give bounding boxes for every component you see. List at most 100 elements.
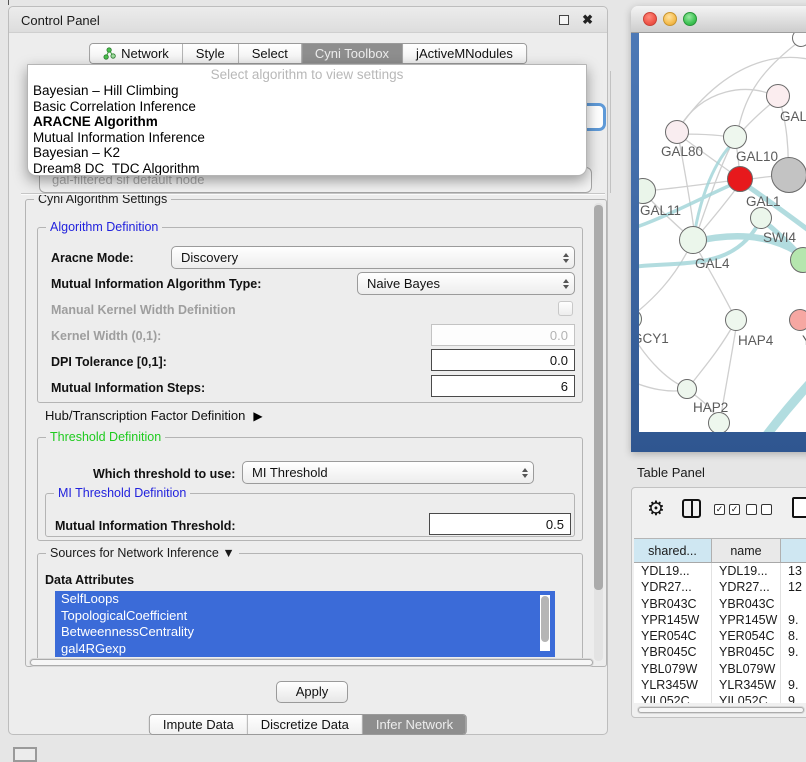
column-header-shared-name[interactable]: shared... bbox=[634, 539, 712, 562]
tab-jactivemnodules[interactable]: jActiveMNodules bbox=[403, 44, 526, 63]
scrollbar-thumb[interactable] bbox=[30, 659, 593, 666]
network-node-hap4[interactable] bbox=[725, 309, 747, 331]
attributes-list-scrollbar[interactable] bbox=[540, 595, 550, 651]
algorithm-option[interactable]: Basic Correlation Inference bbox=[28, 99, 586, 115]
algorithm-option[interactable]: Mutual Information Inference bbox=[28, 130, 586, 146]
table-row[interactable]: YLR345WYLR345W9. bbox=[634, 677, 806, 693]
minimized-panel-icon[interactable] bbox=[13, 747, 37, 762]
table-cell: YIL052C bbox=[634, 693, 712, 703]
attribute-list-item[interactable]: BetweennessCentrality bbox=[55, 624, 555, 641]
network-node-swi4[interactable] bbox=[750, 207, 772, 229]
attribute-list-item[interactable]: gal4RGexp bbox=[55, 641, 555, 658]
algorithm-option[interactable]: Bayesian – Hill Climbing bbox=[28, 83, 586, 99]
table-row[interactable]: YPR145WYPR145W9. bbox=[634, 612, 806, 628]
table-row[interactable]: YER054CYER054C8. bbox=[634, 628, 806, 644]
tab-network[interactable]: Network bbox=[90, 44, 183, 63]
close-panel-icon[interactable]: ✖ bbox=[582, 12, 593, 28]
network-window-titlebar[interactable] bbox=[631, 6, 806, 33]
table-cell: YDL19... bbox=[712, 563, 781, 579]
settings-horizontal-scrollbar[interactable] bbox=[29, 658, 594, 667]
tab-discretize-data[interactable]: Discretize Data bbox=[248, 715, 363, 734]
select-all-icon[interactable]: ✓ ✓ bbox=[714, 504, 740, 515]
table-row[interactable]: YBR043CYBR043C bbox=[634, 596, 806, 612]
table-cell: YBR045C bbox=[712, 644, 781, 660]
aracne-mode-select[interactable]: Discovery bbox=[171, 246, 575, 269]
table-cell: 12 bbox=[781, 579, 806, 595]
checked-box-icon: ✓ bbox=[714, 504, 725, 515]
tab-style[interactable]: Style bbox=[183, 44, 239, 63]
table-cell: YBR045C bbox=[634, 644, 712, 660]
table-row[interactable]: YDR27...YDR27...12 bbox=[634, 579, 806, 595]
network-node-hap2[interactable] bbox=[677, 379, 697, 399]
mi-threshold-field[interactable] bbox=[429, 513, 571, 535]
tab-infer-network[interactable]: Infer Network bbox=[363, 715, 466, 734]
document-icon[interactable] bbox=[792, 497, 806, 518]
tab-infer-network-label: Infer Network bbox=[376, 715, 453, 734]
tab-cyni-toolbox[interactable]: Cyni Toolbox bbox=[302, 44, 403, 63]
network-node[interactable] bbox=[771, 157, 806, 193]
node-label: Y bbox=[802, 333, 806, 348]
hub-definition-label: Hub/Transcription Factor Definition bbox=[45, 408, 245, 423]
mi-threshold-definition-title: MI Threshold Definition bbox=[54, 486, 190, 500]
hub-definition-section[interactable]: Hub/Transcription Factor Definition ▶ bbox=[45, 408, 263, 423]
tab-impute-data-label: Impute Data bbox=[163, 715, 234, 734]
network-node-gal1[interactable] bbox=[727, 166, 753, 192]
column-header-name[interactable]: name bbox=[712, 539, 781, 562]
checked-box-icon: ✓ bbox=[729, 504, 740, 515]
network-node-gal[interactable] bbox=[766, 84, 790, 108]
sources-group-title: Sources for Network Inference ▼ bbox=[46, 546, 239, 560]
tab-cyni-toolbox-label: Cyni Toolbox bbox=[315, 44, 389, 63]
apply-button[interactable]: Apply bbox=[276, 681, 348, 703]
unchecked-box-icon bbox=[761, 504, 772, 515]
tab-jactivemnodules-label: jActiveMNodules bbox=[416, 44, 513, 63]
network-node-gal4[interactable] bbox=[679, 226, 707, 254]
settings-vertical-scrollbar[interactable] bbox=[594, 203, 603, 661]
kernel-width-label: Kernel Width (0,1): bbox=[51, 329, 161, 343]
table-cell: YDR27... bbox=[634, 579, 712, 595]
which-threshold-select[interactable]: MI Threshold bbox=[242, 461, 534, 484]
close-traffic-light[interactable] bbox=[643, 12, 657, 26]
collapse-arrow-icon[interactable]: ▼ bbox=[222, 546, 234, 560]
table-horizontal-scrollbar[interactable] bbox=[637, 706, 805, 714]
network-node-y[interactable] bbox=[789, 309, 806, 331]
tab-impute-data[interactable]: Impute Data bbox=[150, 715, 248, 734]
dpi-tolerance-field[interactable] bbox=[431, 349, 575, 371]
data-attributes-list[interactable]: SelfLoopsTopologicalCoefficientBetweenne… bbox=[55, 591, 555, 657]
scrollbar-thumb[interactable] bbox=[541, 596, 549, 642]
algorithm-option[interactable]: Bayesian – K2 bbox=[28, 145, 586, 161]
column-header-clipped[interactable] bbox=[781, 539, 806, 562]
mi-steps-field[interactable] bbox=[431, 375, 575, 397]
scrollbar-thumb[interactable] bbox=[594, 205, 603, 590]
zoom-traffic-light[interactable] bbox=[683, 12, 697, 26]
table-row[interactable]: YBL079WYBL079W bbox=[634, 661, 806, 677]
minimize-traffic-light[interactable] bbox=[663, 12, 677, 26]
dpi-tolerance-label: DPI Tolerance [0,1]: bbox=[51, 355, 167, 369]
manual-kernel-width-checkbox[interactable] bbox=[558, 301, 573, 316]
algorithm-option[interactable]: ARACNE Algorithm bbox=[28, 114, 586, 130]
network-node-gal10[interactable] bbox=[723, 125, 747, 149]
unchecked-box-icon bbox=[746, 504, 757, 515]
deselect-all-icon[interactable] bbox=[746, 504, 772, 515]
column-chooser-icon[interactable] bbox=[682, 499, 701, 518]
mi-algorithm-type-select[interactable]: Naive Bayes bbox=[357, 272, 575, 295]
attribute-list-item[interactable]: SelfLoops bbox=[55, 591, 555, 608]
float-window-icon[interactable] bbox=[559, 15, 569, 25]
table-body[interactable]: YDL19...YDL19...13YDR27...YDR27...12YBR0… bbox=[634, 563, 806, 703]
attribute-list-item[interactable]: TopologicalCoefficient bbox=[55, 608, 555, 625]
table-cell bbox=[781, 596, 806, 612]
settings-gear-icon[interactable]: ⚙ bbox=[647, 496, 665, 521]
algorithm-dropdown: Select algorithm to view settings Bayesi… bbox=[27, 64, 587, 176]
kernel-width-field[interactable] bbox=[431, 324, 575, 346]
table-row[interactable]: YBR045CYBR045C9. bbox=[634, 644, 806, 660]
table-row[interactable]: YIL052CYIL052C9 bbox=[634, 693, 806, 703]
network-node[interactable] bbox=[708, 412, 730, 432]
tab-discretize-data-label: Discretize Data bbox=[261, 715, 349, 734]
tab-select[interactable]: Select bbox=[239, 44, 302, 63]
network-canvas[interactable]: GALGAL80GAL10GAL1GAL11SWI4GAL4GCY1HAP4YH… bbox=[639, 33, 806, 432]
table-row[interactable]: YDL19...YDL19...13 bbox=[634, 563, 806, 579]
algorithm-option[interactable]: Dream8 DC_TDC Algorithm bbox=[28, 161, 586, 177]
scrollbar-thumb[interactable] bbox=[638, 707, 804, 713]
network-node-gal80[interactable] bbox=[665, 120, 689, 144]
expand-arrow-icon[interactable]: ▶ bbox=[253, 409, 262, 423]
aracne-mode-label: Aracne Mode: bbox=[51, 251, 134, 265]
